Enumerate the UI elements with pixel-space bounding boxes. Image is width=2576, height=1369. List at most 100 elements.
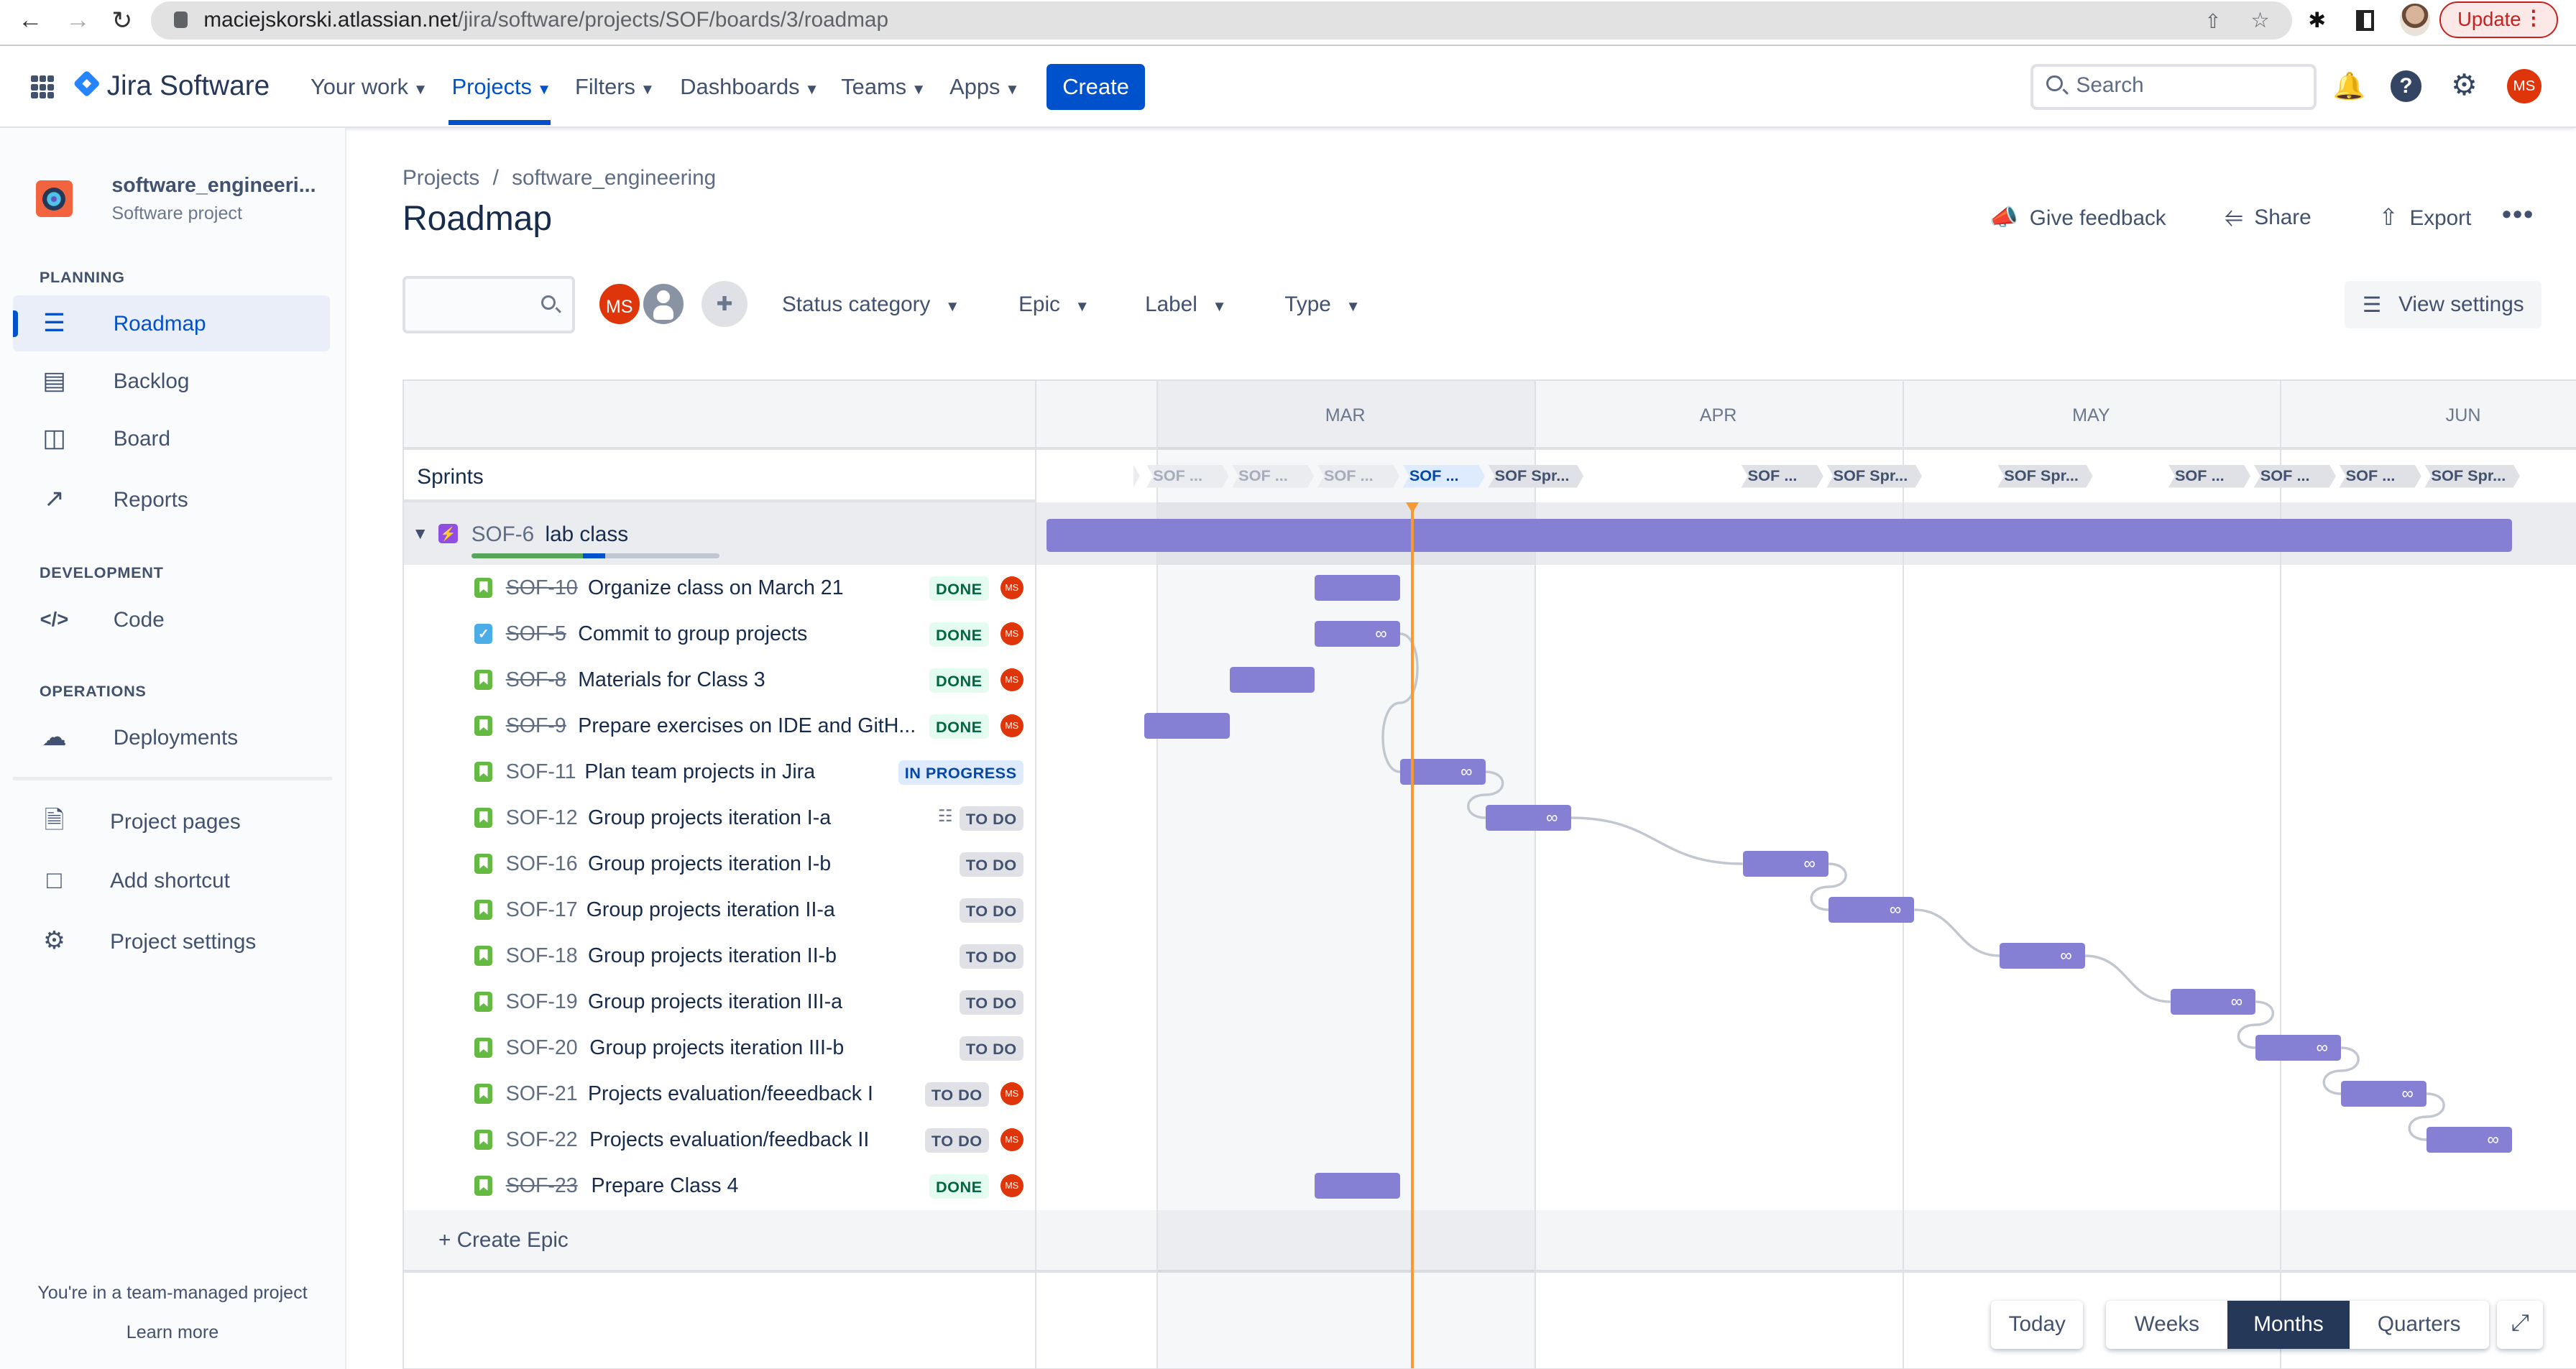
issue-summary[interactable]: Commit to group projects [578, 622, 807, 646]
issue-bar[interactable]: ∞ [1315, 620, 1400, 647]
dependency-line[interactable] [2084, 954, 2171, 1003]
issue-key[interactable]: SOF-16 [506, 852, 578, 876]
issue-key[interactable]: SOF-10 [506, 576, 578, 600]
give-feedback-button[interactable]: 📣 Give feedback [1990, 203, 2166, 231]
settings-gear-icon[interactable]: ⚙ [2448, 68, 2481, 101]
dependency-line[interactable] [1914, 908, 2000, 957]
issue-bar[interactable] [1144, 712, 1230, 739]
help-icon[interactable]: ? [2390, 70, 2422, 102]
issue-summary[interactable]: Prepare exercises on IDE and GitH... [578, 714, 916, 738]
issue-key[interactable]: SOF-9 [506, 714, 566, 738]
app-switcher-icon[interactable] [31, 75, 55, 99]
sidepanel-icon[interactable] [2355, 9, 2374, 32]
issue-bar[interactable]: ∞ [2426, 1126, 2513, 1153]
url-text[interactable]: maciejskorski.atlassian.net/jira/softwar… [203, 8, 888, 32]
issue-row[interactable]: SOF-21 Projects evaluation/feeedback I TO … [404, 1071, 1036, 1117]
unassigned-filter-avatar[interactable] [640, 280, 687, 327]
status-lozenge[interactable]: IN PROGRESS [898, 760, 1024, 785]
issue-key[interactable]: SOF-11 [506, 760, 576, 784]
issue-summary[interactable]: Group projects iteration II-b [588, 944, 837, 968]
issue-bar[interactable] [1229, 666, 1315, 693]
status-lozenge[interactable]: DONE [929, 714, 989, 739]
project-name[interactable]: software_engineeri... [111, 174, 316, 198]
browser-profile-avatar[interactable] [2400, 3, 2430, 37]
learn-more-link[interactable]: Learn more [0, 1322, 345, 1343]
status-category-filter[interactable]: Status category ▼ [782, 292, 960, 317]
issue-row[interactable]: SOF-19 Group projects iteration III-a TO D… [404, 979, 1036, 1025]
issue-key[interactable]: SOF-12 [506, 806, 578, 830]
issue-row[interactable]: SOF-23 Prepare Class 4 DONE MS [404, 1163, 1036, 1209]
issue-key[interactable]: SOF-17 [506, 898, 578, 922]
issue-row[interactable]: SOF-22 Projects evaluation/feedback II TO … [404, 1117, 1036, 1163]
collapse-chevron-icon[interactable]: ▼ [412, 524, 428, 543]
issue-summary[interactable]: Group projects iteration III-a [588, 990, 842, 1014]
issue-bar[interactable]: ∞ [2170, 988, 2256, 1015]
status-lozenge[interactable]: TO DO [924, 1082, 989, 1107]
menu-teams[interactable]: Teams ▼ [841, 74, 926, 100]
menu-filters[interactable]: Filters ▼ [575, 74, 655, 100]
issue-bar[interactable]: ∞ [1742, 850, 1829, 877]
issue-key[interactable]: SOF-8 [506, 668, 566, 692]
issue-bar[interactable]: ∞ [2341, 1080, 2427, 1107]
assignee-avatar[interactable]: MS [1000, 1082, 1024, 1105]
status-lozenge[interactable]: DONE [929, 668, 989, 693]
assignee-avatar[interactable]: MS [1000, 1174, 1024, 1197]
assignee-avatar[interactable]: MS [1000, 714, 1024, 737]
issue-bar[interactable]: ∞ [1828, 896, 1915, 923]
issue-bar[interactable]: ∞ [2000, 942, 2085, 969]
jira-logo-icon[interactable] [73, 70, 101, 98]
issue-key[interactable]: SOF-5 [506, 622, 566, 646]
create-button[interactable]: Create [1046, 64, 1146, 111]
issue-summary[interactable]: Group projects iteration II-a [586, 898, 835, 922]
forward-icon[interactable]: → [65, 6, 90, 34]
status-lozenge[interactable]: TO DO [959, 806, 1024, 831]
issue-summary[interactable]: Prepare Class 4 [592, 1174, 739, 1198]
bookmark-star-icon[interactable]: ☆ [2250, 8, 2270, 33]
issue-key[interactable]: SOF-19 [506, 990, 578, 1014]
add-people-icon[interactable]: ✚ [701, 280, 748, 327]
sidebar-item-roadmap[interactable]: ☰ Roadmap [13, 295, 331, 352]
back-icon[interactable]: ← [18, 6, 42, 34]
issue-row[interactable]: SOF-11 Plan team projects in Jira IN PROGR… [404, 749, 1036, 795]
scale-quarters-button[interactable]: Quarters [2350, 1301, 2489, 1348]
issue-summary[interactable]: Group projects iteration III-b [589, 1036, 844, 1060]
assignee-filter-avatar[interactable]: MS [596, 280, 643, 327]
product-name[interactable]: Jira Software [107, 70, 270, 102]
status-lozenge[interactable]: DONE [929, 1174, 989, 1199]
label-filter[interactable]: Label ▼ [1145, 292, 1227, 317]
issue-key[interactable]: SOF-21 [506, 1082, 578, 1106]
notifications-bell-icon[interactable]: 🔔 [2333, 70, 2366, 103]
dependency-line[interactable] [1570, 816, 1743, 865]
reload-icon[interactable]: ↻ [111, 6, 132, 35]
sidebar-item-project-pages[interactable]: 🗎 Project pages [13, 793, 330, 849]
issue-key[interactable]: SOF-20 [506, 1036, 578, 1060]
issue-summary[interactable]: Group projects iteration I-a [588, 806, 831, 830]
scale-months-button[interactable]: Months [2227, 1301, 2350, 1349]
issue-summary[interactable]: Group projects iteration I-b [588, 852, 831, 876]
view-settings-button[interactable]: ☰ View settings [2344, 280, 2542, 329]
menu-dashboards[interactable]: Dashboards ▼ [680, 74, 819, 100]
epic-filter[interactable]: Epic ▼ [1018, 292, 1090, 317]
status-lozenge[interactable]: TO DO [959, 1036, 1024, 1061]
status-lozenge[interactable]: DONE [929, 576, 989, 601]
issue-bar[interactable]: ∞ [2255, 1034, 2342, 1061]
issue-row[interactable]: SOF-16 Group projects iteration I-b TO DO [404, 841, 1036, 887]
global-search-input[interactable]: Search [2030, 64, 2317, 111]
fullscreen-expand-icon[interactable]: ⤢ [2497, 1301, 2544, 1349]
assignee-avatar[interactable]: MS [1000, 668, 1024, 691]
share-button[interactable]: ⥢ Share [2225, 203, 2312, 231]
user-avatar[interactable]: MS [2506, 68, 2542, 103]
browser-update-button[interactable]: Update ⋮ [2439, 1, 2558, 38]
share-page-icon[interactable]: ⇧ [2204, 10, 2221, 33]
epic-key[interactable]: SOF-6 [472, 522, 534, 547]
assignee-avatar[interactable]: MS [1000, 1128, 1024, 1151]
issue-row[interactable]: SOF-8 Materials for Class 3 DONE MS [404, 657, 1036, 703]
issue-row[interactable]: SOF-20 Group projects iteration III-b TO D… [404, 1025, 1036, 1071]
scale-weeks-button[interactable]: Weeks [2106, 1301, 2227, 1348]
issue-key[interactable]: SOF-23 [506, 1174, 578, 1198]
sidebar-item-add-shortcut[interactable]: □ Add shortcut [13, 852, 330, 908]
epic-title[interactable]: lab class [546, 522, 629, 547]
issue-summary[interactable]: Materials for Class 3 [578, 668, 765, 692]
issue-bar[interactable]: ∞ [1485, 804, 1571, 831]
export-button[interactable]: ⇧ Export [2379, 203, 2472, 231]
